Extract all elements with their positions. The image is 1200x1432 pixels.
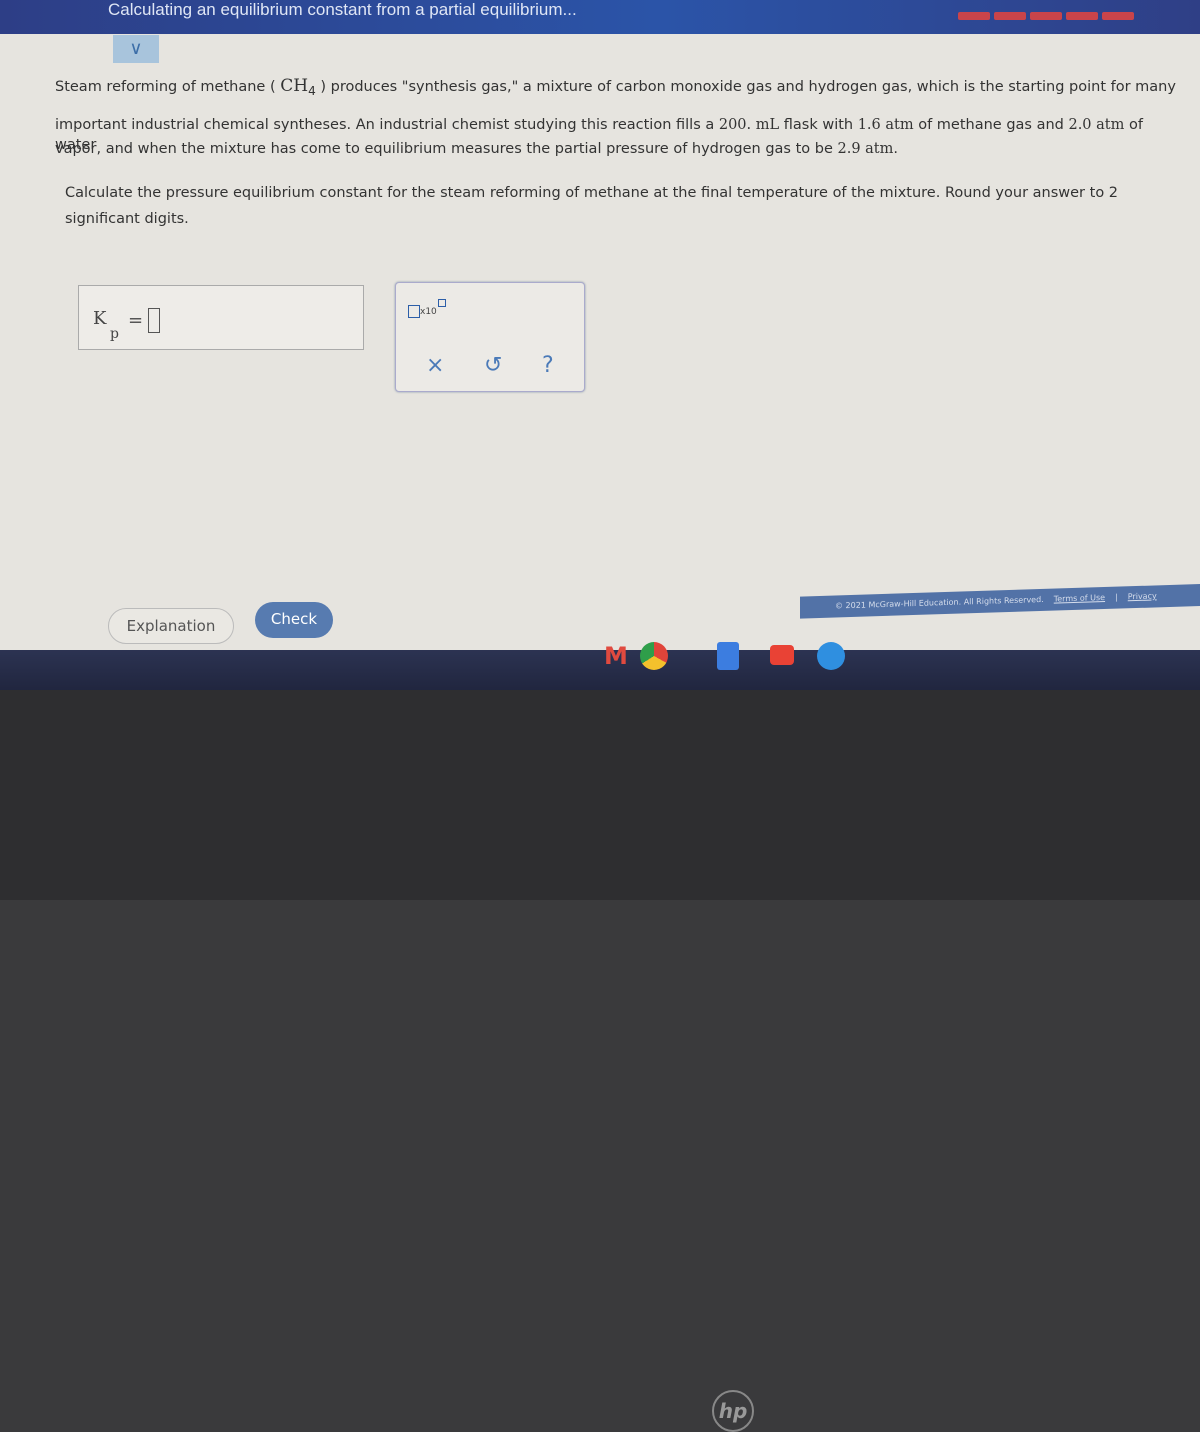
page-title: Calculating an equilibrium constant from… xyxy=(108,0,577,19)
undo-button[interactable]: ↺ xyxy=(484,353,502,378)
files-icon[interactable] xyxy=(817,642,845,670)
assignment-header: Calculating an equilibrium constant from… xyxy=(0,0,1200,34)
hp-logo: hp xyxy=(712,1390,754,1432)
footer: © 2021 McGraw-Hill Education. All Rights… xyxy=(800,583,1200,619)
problem-line-1: Steam reforming of methane ( CH4 ) produ… xyxy=(55,76,1185,101)
exponent-box-icon xyxy=(437,299,446,307)
explanation-button[interactable]: Explanation xyxy=(108,608,234,644)
answer-input[interactable] xyxy=(148,308,160,333)
progress-segment xyxy=(958,12,990,20)
chrome-icon[interactable] xyxy=(640,642,668,670)
question-text: Calculate the pressure equilibrium const… xyxy=(65,185,1119,227)
text: . xyxy=(893,141,898,157)
text: vapor, and when the mixture has come to … xyxy=(55,141,838,157)
clear-button[interactable]: × xyxy=(426,353,444,378)
privacy-link[interactable]: Privacy xyxy=(1128,591,1157,601)
progress-segment xyxy=(1030,12,1062,20)
text: flask with xyxy=(779,117,858,133)
water-pressure: 2.0 atm xyxy=(1068,117,1125,133)
chevron-down-icon[interactable]: ∨ xyxy=(113,35,159,63)
text: important industrial chemical syntheses.… xyxy=(55,117,719,133)
math-toolbar: x10 × ↺ ? xyxy=(395,282,585,392)
gmail-icon[interactable]: M xyxy=(604,642,632,670)
os-shelf xyxy=(0,650,1200,692)
check-button[interactable]: Check xyxy=(255,602,333,638)
answer-box xyxy=(78,285,364,350)
box-icon xyxy=(408,305,420,318)
text: ) produces "synthesis gas," a mixture of… xyxy=(315,79,1176,95)
hydrogen-pressure: 2.9 atm xyxy=(837,141,894,157)
browser-screen: Calculating an equilibrium constant from… xyxy=(0,0,1200,720)
progress-bar xyxy=(958,12,1134,20)
text: Steam reforming of methane ( xyxy=(55,79,281,95)
equals-sign: = xyxy=(128,310,144,331)
scientific-notation-button[interactable]: x10 xyxy=(408,299,446,318)
progress-segment xyxy=(994,12,1026,20)
progress-segment xyxy=(1102,12,1134,20)
laptop-bezel: hp xyxy=(0,690,1200,1432)
formula: CH xyxy=(280,76,309,96)
copyright: © 2021 McGraw-Hill Education. All Rights… xyxy=(835,594,1044,611)
docs-icon[interactable] xyxy=(717,642,739,670)
kp-label: K xyxy=(93,308,107,329)
x10-label: x10 xyxy=(420,307,437,317)
problem-line-3: vapor, and when the mixture has come to … xyxy=(55,139,1185,159)
help-button[interactable]: ? xyxy=(542,353,554,378)
methane-pressure: 1.6 atm xyxy=(857,117,914,133)
text: of methane gas and xyxy=(913,117,1069,133)
volume-value: 200. mL xyxy=(718,117,780,133)
progress-segment xyxy=(1066,12,1098,20)
kp-subscript: p xyxy=(110,326,119,342)
formula-subscript: 4 xyxy=(308,83,316,98)
play-store-icon[interactable] xyxy=(770,645,794,665)
terms-link[interactable]: Terms of Use xyxy=(1054,593,1105,604)
